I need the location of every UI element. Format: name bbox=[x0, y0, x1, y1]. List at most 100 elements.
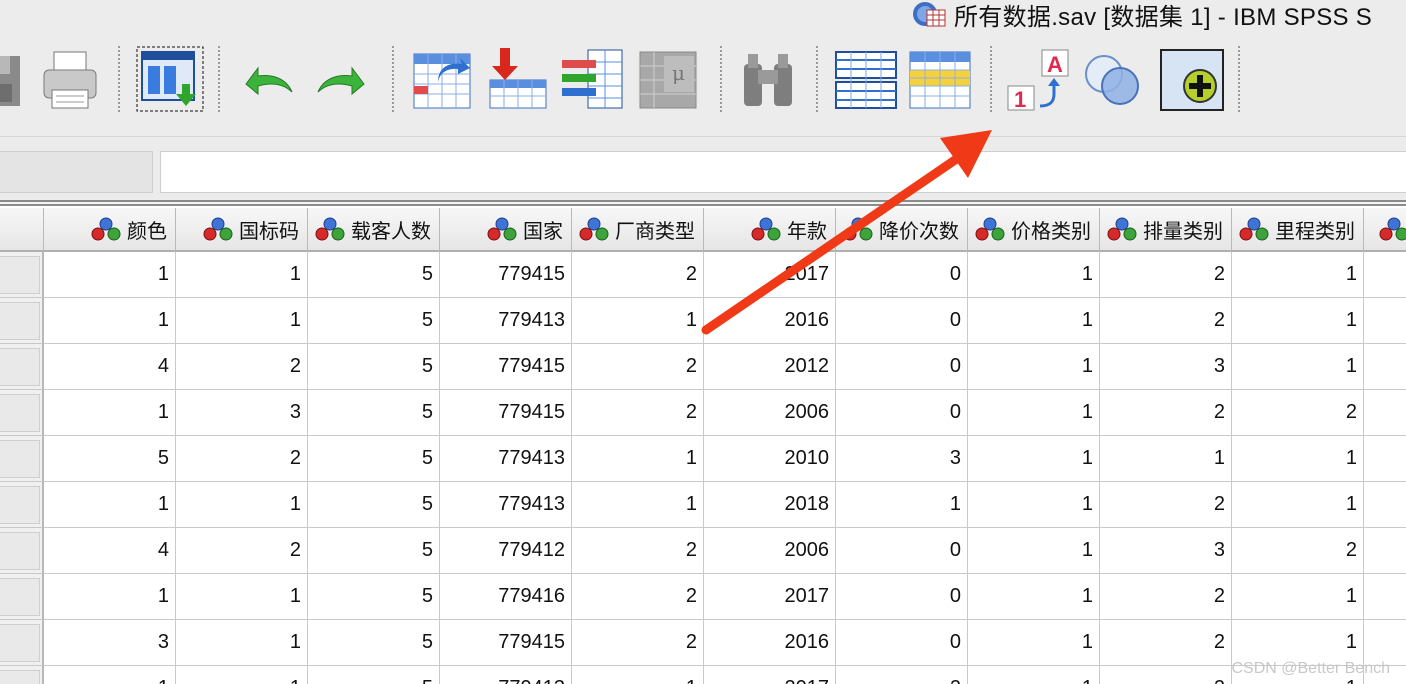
row-header[interactable] bbox=[0, 528, 44, 574]
table-cell[interactable]: 1 bbox=[968, 252, 1100, 298]
table-cell[interactable]: 2 bbox=[572, 528, 704, 574]
column-header[interactable]: 厂商类型 bbox=[572, 208, 704, 252]
table-cell[interactable]: 0 bbox=[836, 344, 968, 390]
table-cell[interactable]: 2 bbox=[572, 620, 704, 666]
table-cell[interactable]: 0 bbox=[836, 574, 968, 620]
grid-corner[interactable] bbox=[0, 208, 44, 252]
row-header[interactable] bbox=[0, 390, 44, 436]
column-header[interactable] bbox=[1364, 208, 1406, 252]
table-cell[interactable]: 1 bbox=[44, 482, 176, 528]
table-cell[interactable]: 5 bbox=[308, 436, 440, 482]
row-header[interactable] bbox=[0, 482, 44, 528]
column-header[interactable]: 年款 bbox=[704, 208, 836, 252]
column-header[interactable]: 排量类别 bbox=[1100, 208, 1232, 252]
column-header[interactable]: 价格类别 bbox=[968, 208, 1100, 252]
table-cell[interactable]: 1 bbox=[968, 482, 1100, 528]
table-cell[interactable] bbox=[1364, 390, 1406, 436]
row-header[interactable] bbox=[0, 252, 44, 298]
table-cell[interactable]: 3 bbox=[1100, 528, 1232, 574]
table-cell[interactable]: 2 bbox=[176, 528, 308, 574]
table-cell[interactable]: 2 bbox=[1100, 298, 1232, 344]
table-cell[interactable]: 2006 bbox=[704, 390, 836, 436]
table-cell[interactable]: 2010 bbox=[704, 436, 836, 482]
table-cell[interactable]: 779415 bbox=[440, 620, 572, 666]
table-cell[interactable]: 2016 bbox=[704, 620, 836, 666]
table-cell[interactable]: 2 bbox=[1100, 666, 1232, 684]
row-header[interactable] bbox=[0, 298, 44, 344]
table-cell[interactable]: 1 bbox=[1232, 574, 1364, 620]
column-header[interactable]: 载客人数 bbox=[308, 208, 440, 252]
table-cell[interactable]: 2 bbox=[1100, 620, 1232, 666]
table-cell[interactable]: 779413 bbox=[440, 298, 572, 344]
table-cell[interactable]: 2 bbox=[1100, 574, 1232, 620]
table-cell[interactable]: 5 bbox=[308, 574, 440, 620]
goto-variable-button[interactable] bbox=[486, 46, 550, 112]
redo-button[interactable] bbox=[310, 46, 374, 112]
table-cell[interactable]: 2017 bbox=[704, 666, 836, 684]
table-cell[interactable]: 1 bbox=[1232, 252, 1364, 298]
table-cell[interactable]: 1 bbox=[572, 436, 704, 482]
table-cell[interactable]: 779413 bbox=[440, 482, 572, 528]
table-cell[interactable]: 3 bbox=[836, 436, 968, 482]
table-cell[interactable]: 779415 bbox=[440, 390, 572, 436]
cell-name-box[interactable] bbox=[0, 151, 153, 193]
variable-sets-button[interactable] bbox=[1082, 46, 1146, 112]
table-cell[interactable]: 1 bbox=[1100, 436, 1232, 482]
table-cell[interactable]: 1 bbox=[968, 666, 1100, 684]
row-header[interactable] bbox=[0, 344, 44, 390]
table-cell[interactable]: 1 bbox=[1232, 344, 1364, 390]
table-cell[interactable]: 1 bbox=[176, 666, 308, 684]
table-cell[interactable]: 779416 bbox=[440, 574, 572, 620]
column-header[interactable]: 国家 bbox=[440, 208, 572, 252]
table-cell[interactable]: 4 bbox=[44, 344, 176, 390]
table-cell[interactable]: 0 bbox=[836, 252, 968, 298]
table-cell[interactable]: 2016 bbox=[704, 298, 836, 344]
table-cell[interactable]: 2018 bbox=[704, 482, 836, 528]
table-cell[interactable]: 1 bbox=[572, 298, 704, 344]
column-header[interactable]: 降价次数 bbox=[836, 208, 968, 252]
table-cell[interactable]: 5 bbox=[308, 344, 440, 390]
table-cell[interactable]: 1 bbox=[836, 482, 968, 528]
table-cell[interactable]: 1 bbox=[968, 620, 1100, 666]
table-cell[interactable]: 1 bbox=[176, 252, 308, 298]
table-cell[interactable]: 1 bbox=[176, 574, 308, 620]
table-cell[interactable]: 0 bbox=[836, 620, 968, 666]
table-cell[interactable]: 1 bbox=[572, 482, 704, 528]
table-cell[interactable]: 2 bbox=[176, 344, 308, 390]
table-cell[interactable]: 5 bbox=[308, 620, 440, 666]
table-cell[interactable]: 1 bbox=[968, 344, 1100, 390]
table-cell[interactable]: 2 bbox=[176, 436, 308, 482]
table-cell[interactable]: 1 bbox=[176, 620, 308, 666]
table-cell[interactable]: 0 bbox=[836, 528, 968, 574]
table-cell[interactable]: 5 bbox=[308, 666, 440, 684]
table-cell[interactable]: 1 bbox=[1232, 482, 1364, 528]
goto-case-button[interactable] bbox=[410, 46, 474, 112]
row-header[interactable] bbox=[0, 666, 44, 684]
table-cell[interactable]: 3 bbox=[176, 390, 308, 436]
table-cell[interactable]: 5 bbox=[308, 252, 440, 298]
table-cell[interactable]: 4 bbox=[44, 528, 176, 574]
table-cell[interactable]: 1 bbox=[968, 436, 1100, 482]
table-cell[interactable] bbox=[1364, 482, 1406, 528]
table-cell[interactable]: 2 bbox=[1100, 252, 1232, 298]
table-cell[interactable]: 2 bbox=[1100, 390, 1232, 436]
table-cell[interactable]: 1 bbox=[176, 482, 308, 528]
table-cell[interactable]: 5 bbox=[308, 528, 440, 574]
add-custom-button[interactable] bbox=[1160, 46, 1224, 112]
table-cell[interactable]: 5 bbox=[44, 436, 176, 482]
recall-dialog-button[interactable] bbox=[136, 46, 204, 112]
table-cell[interactable]: 1 bbox=[44, 252, 176, 298]
table-cell[interactable]: 1 bbox=[968, 390, 1100, 436]
table-cell[interactable]: 2 bbox=[1232, 390, 1364, 436]
value-labels-button[interactable]: A 1 bbox=[1006, 46, 1070, 112]
table-cell[interactable]: 2 bbox=[572, 574, 704, 620]
table-cell[interactable]: 1 bbox=[44, 574, 176, 620]
table-cell[interactable]: 779413 bbox=[440, 666, 572, 684]
table-cell[interactable] bbox=[1364, 436, 1406, 482]
table-cell[interactable]: 2 bbox=[572, 252, 704, 298]
run-descriptives-button[interactable]: μ bbox=[636, 46, 700, 112]
save-button[interactable] bbox=[0, 46, 24, 112]
table-cell[interactable]: 1 bbox=[176, 298, 308, 344]
table-cell[interactable]: 1 bbox=[968, 528, 1100, 574]
table-cell[interactable]: 3 bbox=[1100, 344, 1232, 390]
